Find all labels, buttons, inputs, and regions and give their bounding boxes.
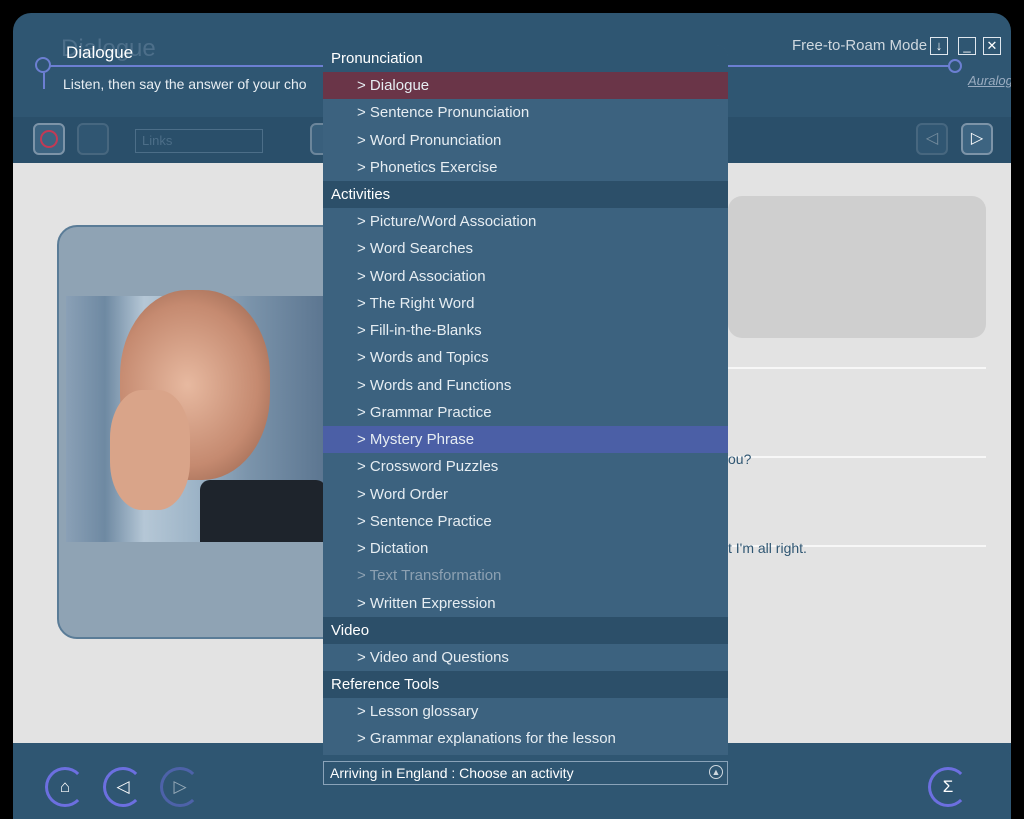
answer-option-text[interactable]: t I'm all right. xyxy=(728,540,807,556)
menu-item[interactable]: > Lesson glossary xyxy=(323,698,728,726)
divider xyxy=(728,367,986,369)
menu-item[interactable]: > Grammar explanations for the lesson xyxy=(323,725,728,753)
prev-button[interactable]: ◁ xyxy=(916,123,948,155)
menu-item[interactable]: > Grammar Practice xyxy=(323,398,728,426)
minimize-button[interactable]: _ xyxy=(958,37,976,55)
record-icon xyxy=(40,129,58,148)
menu-item[interactable]: > Word Searches xyxy=(323,235,728,263)
instruction-text: Listen, then say the answer of your cho xyxy=(63,76,307,92)
next-button[interactable]: ▷ xyxy=(961,123,993,155)
activity-select-value: Arriving in England : Choose an activity xyxy=(330,765,574,781)
divider xyxy=(728,456,986,458)
record-button[interactable] xyxy=(33,123,65,155)
home-icon: ⌂ xyxy=(59,777,71,796)
page-title: Dialogue xyxy=(66,43,134,62)
header-node-left xyxy=(35,57,51,73)
back-button[interactable]: ◁ xyxy=(103,767,143,807)
close-button[interactable]: ✕ xyxy=(983,37,1001,55)
sum-icon: Σ xyxy=(942,777,954,796)
user-button[interactable] xyxy=(77,123,109,155)
menu-item[interactable]: > Mystery Phrase xyxy=(323,426,728,454)
forward-button[interactable]: ▷ xyxy=(160,767,200,807)
menu-item[interactable]: > Word Association xyxy=(323,262,728,290)
activity-select[interactable]: Arriving in England : Choose an activity… xyxy=(323,761,728,785)
menu-item[interactable]: > Fill-in-the-Blanks xyxy=(323,317,728,345)
menu-item[interactable]: > Sentence Pronunciation xyxy=(323,99,728,127)
activity-menu[interactable]: Pronunciation > Dialogue > Sentence Pronun… xyxy=(323,45,728,755)
menu-section-header: Activities xyxy=(323,181,728,208)
menu-item[interactable]: > Word Pronunciation xyxy=(323,126,728,154)
back-icon: ◁ xyxy=(116,777,130,796)
menu-item[interactable]: > Words and Functions xyxy=(323,371,728,399)
answer-option-text[interactable]: ou? xyxy=(728,451,751,467)
speaker-hand xyxy=(110,390,190,510)
next-icon: ▷ xyxy=(970,130,984,147)
brand-logo: Auralog xyxy=(968,73,1011,88)
menu-item[interactable]: > Dialogue xyxy=(323,72,728,100)
menu-section-header: Video xyxy=(323,616,728,644)
summary-button[interactable]: Σ xyxy=(928,767,968,807)
download-button[interactable]: ↓ xyxy=(930,37,948,55)
menu-item[interactable]: > Word Order xyxy=(323,480,728,508)
menu-item: > Text Transformation xyxy=(323,562,728,590)
menu-item[interactable]: > Words and Topics xyxy=(323,344,728,372)
menu-item[interactable]: > Video and Questions xyxy=(323,643,728,671)
forward-icon: ▷ xyxy=(173,777,187,796)
menu-item[interactable]: > Sentence Practice xyxy=(323,507,728,535)
menu-item[interactable]: > Dictation xyxy=(323,535,728,563)
links-dropdown[interactable]: Links xyxy=(135,129,263,153)
speaker-suit xyxy=(200,480,326,542)
mode-label[interactable]: Free-to-Roam Mode xyxy=(792,37,927,54)
home-button[interactable]: ⌂ xyxy=(45,767,85,807)
menu-item[interactable]: > The Right Word xyxy=(323,289,728,317)
menu-section-header: Pronunciation xyxy=(323,45,728,72)
menu-item[interactable]: > Crossword Puzzles xyxy=(323,453,728,481)
menu-section-header: Reference Tools xyxy=(323,671,728,698)
menu-item[interactable]: > Written Expression xyxy=(323,589,728,617)
prev-icon: ◁ xyxy=(925,130,939,147)
chevron-up-icon[interactable]: ▲ xyxy=(709,765,723,779)
header-connector xyxy=(43,73,45,89)
answer-panel xyxy=(728,196,986,338)
menu-item[interactable]: > Picture/Word Association xyxy=(323,208,728,236)
menu-item[interactable]: > Phonetics Exercise xyxy=(323,153,728,181)
header-node-right xyxy=(948,59,962,73)
